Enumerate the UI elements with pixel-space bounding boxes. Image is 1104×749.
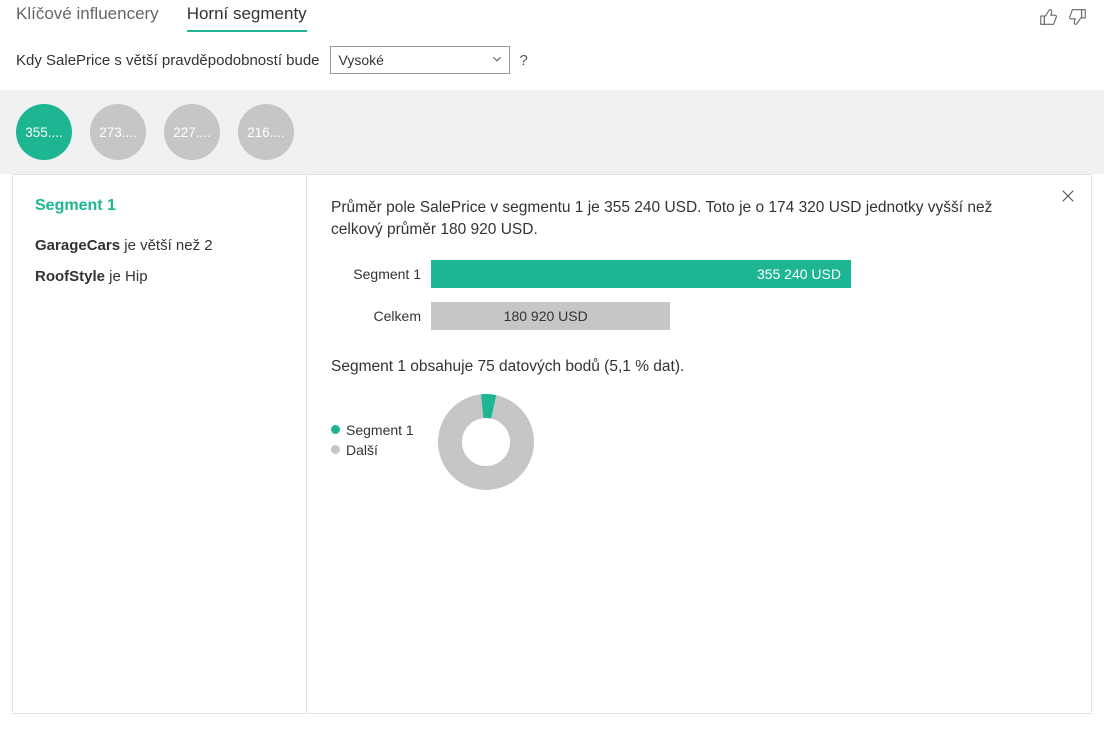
segment-bubble-4[interactable]: 216....: [238, 104, 294, 160]
donut-chart: [436, 392, 536, 492]
query-prefix: Kdy SalePrice s větší pravděpodobností b…: [16, 52, 320, 69]
segment-bubble-1[interactable]: 355....: [16, 104, 72, 160]
select-value: Vysoké: [339, 52, 384, 68]
legend-dot-other: [331, 445, 340, 454]
segment-bubble-2[interactable]: 273....: [90, 104, 146, 160]
condition-line: GarageCars je větší než 2: [35, 237, 284, 254]
segment-points-text: Segment 1 obsahuje 75 datových bodů (5,1…: [331, 358, 1067, 376]
segment-bubble-strip: 355.... 273.... 227.... 216....: [0, 90, 1104, 174]
tab-key-influencers[interactable]: Klíčové influencery: [16, 4, 159, 32]
close-icon[interactable]: [1059, 187, 1077, 208]
legend-label: Další: [346, 442, 378, 458]
help-icon[interactable]: ?: [520, 52, 528, 69]
thumbs-down-icon[interactable]: [1066, 6, 1088, 31]
bar-total: 180 920 USD: [431, 302, 670, 330]
segment-conditions-panel: Segment 1 GarageCars je větší než 2 Roof…: [12, 174, 306, 714]
condition-line: RoofStyle je Hip: [35, 268, 284, 285]
condition-rest: je Hip: [105, 268, 148, 285]
segment-bubble-3[interactable]: 227....: [164, 104, 220, 160]
bar-label-segment: Segment 1: [331, 266, 431, 282]
saleprice-target-select[interactable]: Vysoké: [330, 46, 510, 74]
thumbs-up-icon[interactable]: [1038, 6, 1060, 31]
condition-field: RoofStyle: [35, 268, 105, 285]
segment-detail-panel: Průměr pole SalePrice v segmentu 1 je 35…: [306, 174, 1092, 714]
segment-summary-text: Průměr pole SalePrice v segmentu 1 je 35…: [331, 197, 1031, 242]
comparison-bar-chart: Segment 1 355 240 USD Celkem 180 920 USD: [331, 260, 1067, 330]
bar-value: 355 240 USD: [757, 266, 841, 282]
legend-dot-segment: [331, 425, 340, 434]
tab-top-segments[interactable]: Horní segmenty: [187, 4, 307, 32]
donut-legend: Segment 1 Další: [331, 422, 414, 462]
condition-rest: je větší než 2: [120, 237, 213, 254]
bar-value: 180 920 USD: [504, 308, 588, 324]
legend-label: Segment 1: [346, 422, 414, 438]
condition-field: GarageCars: [35, 237, 120, 254]
segment-title: Segment 1: [35, 197, 284, 215]
bar-label-total: Celkem: [331, 308, 431, 324]
bar-segment: 355 240 USD: [431, 260, 851, 288]
